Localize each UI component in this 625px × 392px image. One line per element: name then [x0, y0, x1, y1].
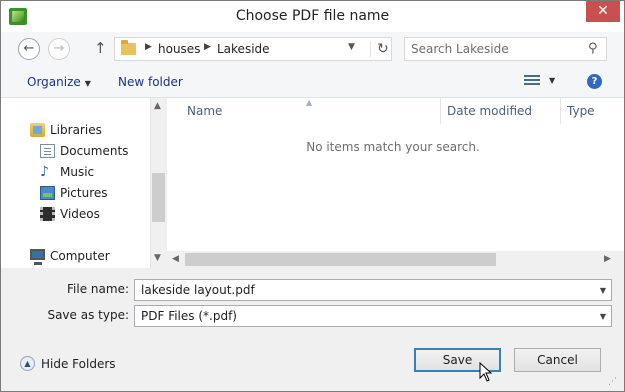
sidebar-item-music[interactable]: ♪ Music: [1, 163, 141, 183]
sidebar-item-label: Documents: [60, 144, 129, 158]
new-folder-button[interactable]: New folder: [118, 75, 183, 89]
address-row: ← → ↑ ▶ houses ▶ Lakeside ▼ ↻ ⚲: [1, 32, 624, 66]
cancel-button[interactable]: Cancel: [514, 348, 601, 372]
save-as-type-label: Save as type:: [47, 308, 129, 322]
close-button[interactable]: ✕: [586, 1, 620, 22]
save-form: File name: lakeside layout.pdf ▼ Save as…: [1, 268, 624, 391]
sidebar-item-computer[interactable]: Computer: [1, 247, 141, 267]
save-as-type-select[interactable]: PDF Files (*.pdf) ▼: [134, 305, 612, 327]
sidebar-item-videos[interactable]: Videos: [1, 205, 141, 225]
sidebar-item-label: Libraries: [50, 123, 102, 137]
scroll-right-icon[interactable]: ▶: [604, 254, 611, 264]
file-list: ▲ Name Date modified Type No items match…: [167, 98, 624, 268]
arrow-up-icon: ↑: [94, 39, 107, 57]
view-list-icon[interactable]: [524, 75, 540, 87]
file-name-label: File name:: [67, 282, 129, 296]
chevron-up-circle-icon: ▲: [20, 356, 35, 371]
chevron-down-icon[interactable]: ▼: [600, 312, 606, 321]
column-header-type[interactable]: Type: [567, 104, 595, 118]
empty-list-message: No items match your search.: [306, 140, 480, 154]
music-icon: ♪: [40, 164, 49, 180]
pictures-icon: [40, 186, 55, 200]
organize-label: Organize: [27, 75, 81, 89]
view-dropdown-icon[interactable]: ▼: [549, 76, 555, 85]
hide-folders-label: Hide Folders: [41, 357, 116, 371]
file-list-horizontal-scrollbar[interactable]: ◀ ▶: [167, 251, 624, 268]
save-dialog: Choose PDF file name ✕ ← → ↑ ▶ houses ▶ …: [0, 0, 625, 392]
command-bar: Organize ▼ New folder ▼ ?: [1, 66, 624, 98]
scrollbar-thumb[interactable]: [152, 173, 165, 222]
column-header-date-modified[interactable]: Date modified: [447, 104, 532, 118]
save-as-type-value: PDF Files (*.pdf): [141, 309, 237, 323]
caret-down-icon: ▼: [84, 79, 91, 88]
sidebar-item-label: Videos: [60, 207, 100, 221]
search-box[interactable]: ⚲: [404, 37, 607, 61]
forward-button[interactable]: →: [48, 38, 70, 60]
computer-icon: [30, 249, 45, 265]
sidebar-item-libraries[interactable]: Libraries: [1, 121, 141, 141]
address-bar[interactable]: ▶ houses ▶ Lakeside ▼ ↻: [114, 37, 392, 61]
sidebar-item-label: Music: [60, 165, 95, 179]
mouse-pointer-icon: [479, 362, 493, 382]
breadcrumb-chevron-icon: ▶: [204, 42, 211, 52]
breadcrumb-lakeside[interactable]: Lakeside: [217, 42, 270, 56]
file-name-field[interactable]: lakeside layout.pdf ▼: [134, 279, 612, 301]
column-divider[interactable]: [440, 98, 441, 124]
scroll-down-icon[interactable]: ▼: [154, 253, 161, 263]
search-icon[interactable]: ⚲: [588, 41, 598, 56]
sidebar-item-documents[interactable]: Documents: [1, 142, 141, 162]
chevron-down-icon[interactable]: ▼: [348, 42, 355, 52]
organize-menu-button[interactable]: Organize ▼: [27, 75, 91, 89]
arrow-right-icon: →: [53, 41, 65, 56]
libraries-icon: [30, 123, 45, 137]
column-divider[interactable]: [560, 98, 561, 124]
refresh-icon[interactable]: ↻: [370, 41, 389, 57]
breadcrumb-chevron-icon: ▶: [145, 42, 152, 52]
help-icon[interactable]: ?: [587, 74, 602, 89]
scroll-up-icon[interactable]: ▲: [154, 101, 161, 111]
close-icon: ✕: [597, 3, 609, 19]
chevron-down-icon[interactable]: ▼: [600, 286, 606, 295]
window-title: Choose PDF file name: [235, 8, 390, 24]
up-button[interactable]: ↑: [94, 39, 107, 57]
back-button[interactable]: ←: [18, 38, 40, 60]
folder-icon: [121, 40, 136, 55]
sidebar-item-label: Computer: [50, 249, 110, 263]
search-input[interactable]: [411, 42, 581, 56]
navigation-pane: Libraries Documents ♪ Music Pictures Vid…: [1, 98, 166, 268]
arrow-left-icon: ←: [23, 41, 35, 56]
file-name-value: lakeside layout.pdf: [141, 283, 255, 297]
videos-icon: [40, 207, 55, 221]
resize-grip-icon[interactable]: ⋰: [608, 377, 617, 387]
sidebar-item-pictures[interactable]: Pictures: [1, 184, 141, 204]
sidebar-item-label: Pictures: [60, 186, 108, 200]
navigation-pane-scrollbar[interactable]: ▲ ▼: [150, 98, 166, 268]
breadcrumb-houses[interactable]: houses: [158, 42, 200, 56]
documents-icon: [40, 144, 55, 158]
sort-ascending-icon: ▲: [306, 98, 313, 107]
title-bar: Choose PDF file name ✕: [1, 1, 624, 32]
scrollbar-thumb[interactable]: [185, 253, 496, 266]
scroll-left-icon[interactable]: ◀: [172, 254, 179, 264]
column-header-name[interactable]: Name: [187, 104, 222, 118]
